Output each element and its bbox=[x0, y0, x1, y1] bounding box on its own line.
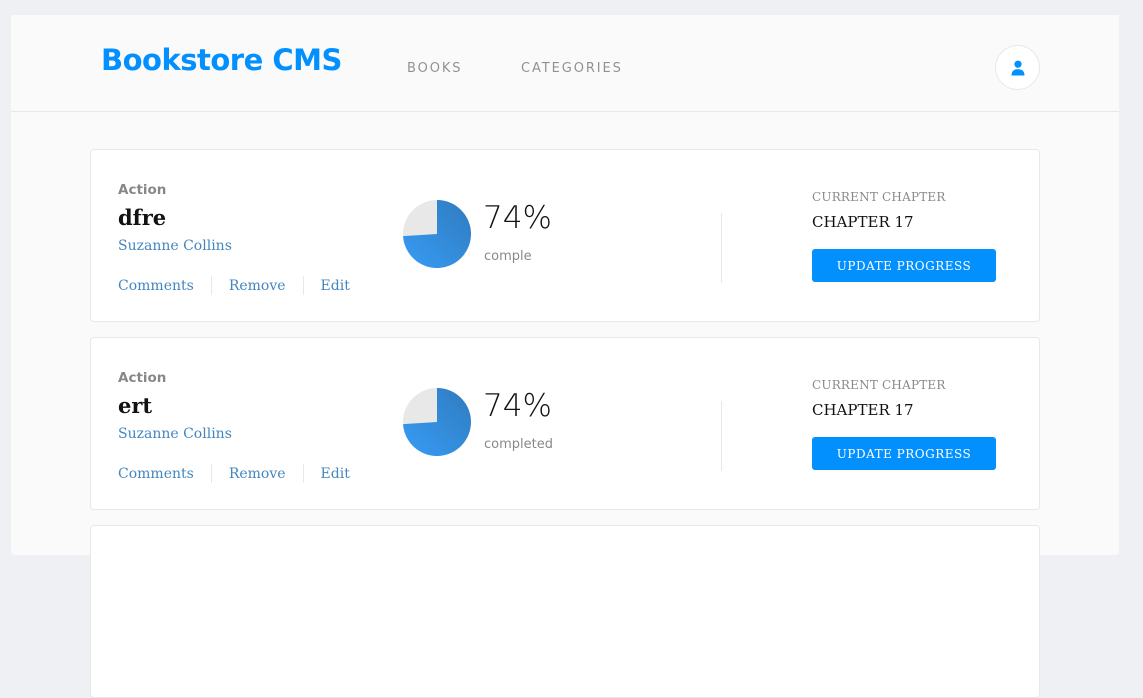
remove-button[interactable]: Remove bbox=[229, 278, 286, 294]
action-divider bbox=[210, 464, 212, 483]
action-divider bbox=[210, 276, 212, 295]
book-actions: Comments Remove Edit bbox=[118, 276, 350, 295]
book-actions: Comments Remove Edit bbox=[118, 464, 350, 483]
comments-button[interactable]: Comments bbox=[118, 278, 194, 294]
progress-percent: 74% bbox=[483, 388, 552, 424]
brand-logo[interactable]: Bookstore CMS bbox=[101, 43, 342, 77]
completed-label: completed bbox=[484, 437, 553, 452]
action-divider bbox=[302, 464, 304, 483]
book-card bbox=[90, 525, 1040, 698]
book-genre: Action bbox=[118, 182, 167, 198]
update-progress-button[interactable]: UPDATE PROGRESS bbox=[812, 437, 996, 470]
remove-button[interactable]: Remove bbox=[229, 466, 286, 482]
nav-categories[interactable]: CATEGORIES bbox=[521, 61, 623, 76]
progress-divider bbox=[721, 213, 722, 283]
current-chapter: CHAPTER 17 bbox=[812, 213, 914, 231]
book-title: dfre bbox=[118, 205, 167, 230]
progress-percent: 74% bbox=[483, 200, 552, 236]
current-chapter-label: CURRENT CHAPTER bbox=[812, 190, 946, 204]
header: Bookstore CMS BOOKS CATEGORIES bbox=[11, 15, 1119, 112]
user-icon bbox=[1011, 60, 1024, 75]
completed-label: comple bbox=[484, 249, 532, 264]
current-chapter: CHAPTER 17 bbox=[812, 401, 914, 419]
comments-button[interactable]: Comments bbox=[118, 466, 194, 482]
edit-button[interactable]: Edit bbox=[321, 278, 350, 294]
progress-pie-chart bbox=[403, 388, 472, 456]
update-progress-button[interactable]: UPDATE PROGRESS bbox=[812, 249, 996, 282]
book-card: Action dfre Suzanne Collins Comments Rem… bbox=[90, 149, 1040, 322]
book-genre: Action bbox=[118, 370, 167, 386]
action-divider bbox=[302, 276, 304, 295]
book-author[interactable]: Suzanne Collins bbox=[118, 426, 232, 442]
user-button[interactable] bbox=[995, 45, 1040, 90]
current-chapter-label: CURRENT CHAPTER bbox=[812, 378, 946, 392]
book-card: Action ert Suzanne Collins Comments Remo… bbox=[90, 337, 1040, 510]
book-title: ert bbox=[118, 393, 153, 418]
app-panel: Bookstore CMS BOOKS CATEGORIES Action df… bbox=[11, 15, 1119, 698]
nav-books[interactable]: BOOKS bbox=[407, 61, 462, 76]
progress-divider bbox=[721, 401, 722, 471]
book-author[interactable]: Suzanne Collins bbox=[118, 238, 232, 254]
edit-button[interactable]: Edit bbox=[321, 466, 350, 482]
progress-pie-chart bbox=[403, 200, 472, 268]
